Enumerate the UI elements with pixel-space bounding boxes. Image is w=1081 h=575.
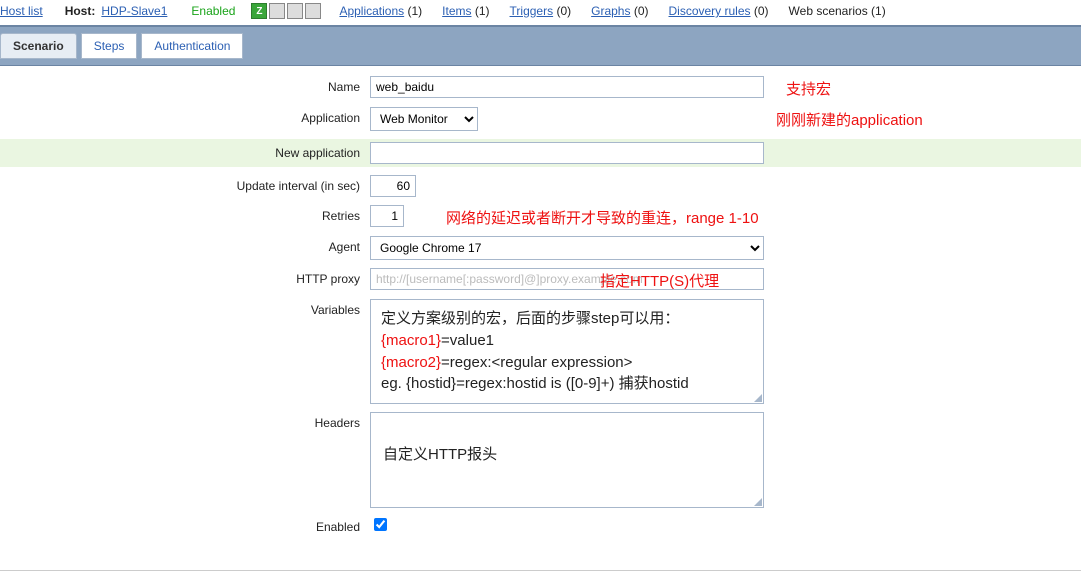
enabled-label: Enabled (0, 516, 370, 534)
enabled-status: Enabled (191, 4, 235, 18)
nav-links: Applications (1) Items (1) Triggers (0) … (339, 4, 885, 18)
top-bar: Host list Host: HDP-Slave1 Enabled Z App… (0, 0, 1081, 25)
httpproxy-label: HTTP proxy (0, 268, 370, 286)
status-icons: Z (251, 3, 321, 19)
retries-input[interactable] (370, 205, 404, 227)
nav-triggers[interactable]: Triggers (0) (510, 4, 572, 18)
config-bar: Scenario Steps Authentication (0, 25, 1081, 66)
new-application-input[interactable] (370, 142, 764, 164)
status-icon-2 (269, 3, 285, 19)
update-interval-label: Update interval (in sec) (0, 175, 370, 193)
host-label: Host: (65, 4, 96, 18)
application-label: Application (0, 107, 370, 125)
enabled-checkbox[interactable] (374, 518, 387, 531)
hostlist-link[interactable]: Host list (0, 4, 43, 18)
variables-textarea[interactable]: 定义方案级别的宏，后面的步骤step可以用： {macro1}=value1 {… (370, 299, 764, 404)
form-area: Name 支持宏 Application Web Monitor 刚刚新建的ap… (0, 66, 1081, 562)
resize-handle-icon[interactable] (754, 498, 762, 506)
name-input[interactable] (370, 76, 764, 98)
retries-label: Retries (0, 205, 370, 223)
tabs: Scenario Steps Authentication (0, 33, 1081, 59)
nav-webscenarios: Web scenarios (1) (789, 4, 886, 18)
agent-select[interactable]: Google Chrome 17 (370, 236, 764, 260)
tab-authentication[interactable]: Authentication (141, 33, 243, 59)
nav-applications[interactable]: Applications (1) (339, 4, 422, 18)
nav-discovery[interactable]: Discovery rules (0) (669, 4, 769, 18)
nav-graphs[interactable]: Graphs (0) (591, 4, 648, 18)
application-annotation: 刚刚新建的application (776, 107, 923, 130)
headers-label: Headers (0, 412, 370, 430)
tab-steps[interactable]: Steps (81, 33, 138, 59)
status-icon-4 (305, 3, 321, 19)
headers-textarea[interactable]: 自定义HTTP报头 (370, 412, 764, 508)
agent-label: Agent (0, 236, 370, 254)
tab-scenario[interactable]: Scenario (0, 33, 77, 59)
bottom-divider (0, 570, 1081, 571)
zabbix-icon: Z (251, 3, 267, 19)
status-icon-3 (287, 3, 303, 19)
update-interval-input[interactable] (370, 175, 416, 197)
nav-items[interactable]: Items (1) (442, 4, 489, 18)
httpproxy-annotation: 指定HTTP(S)代理 (600, 268, 719, 291)
name-annotation: 支持宏 (786, 76, 831, 99)
retries-annotation: 网络的延迟或者断开才导致的重连，range 1-10 (446, 205, 759, 228)
new-application-label: New application (0, 142, 370, 160)
application-select[interactable]: Web Monitor (370, 107, 478, 131)
name-label: Name (0, 76, 370, 94)
resize-handle-icon[interactable] (754, 394, 762, 402)
variables-label: Variables (0, 299, 370, 317)
hostname-link[interactable]: HDP-Slave1 (101, 4, 167, 18)
